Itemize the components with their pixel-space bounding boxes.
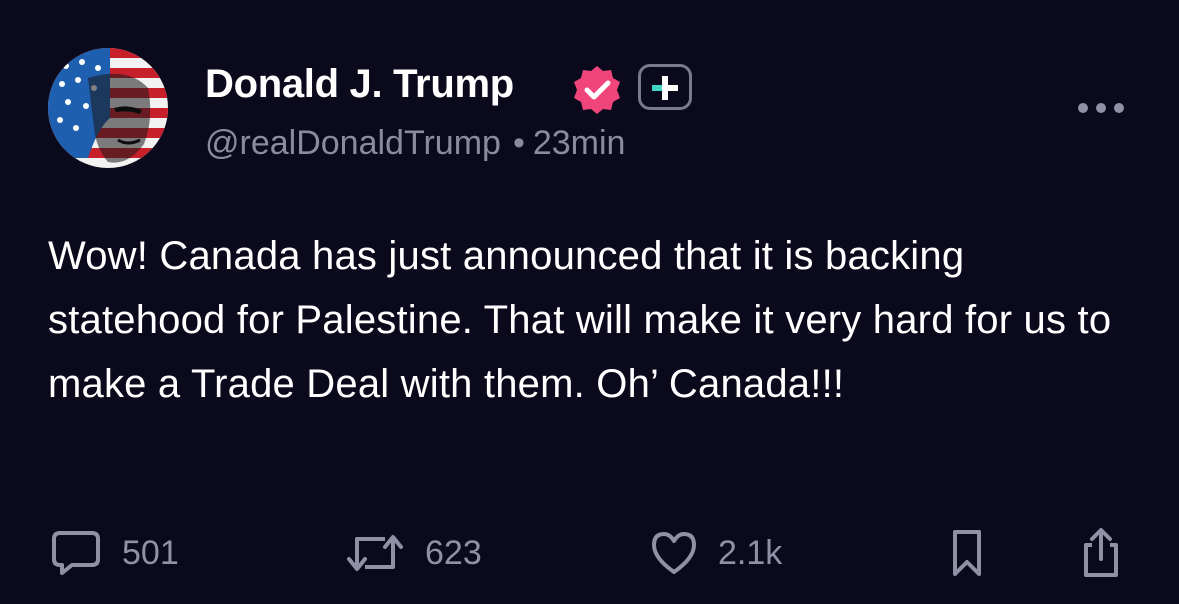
separator: • bbox=[512, 124, 525, 162]
avatar[interactable] bbox=[48, 48, 168, 168]
reply-icon bbox=[52, 531, 100, 575]
post-text: Wow! Canada has just announced that it i… bbox=[48, 234, 1112, 406]
handle-line: @realDonaldTrump • 23min bbox=[205, 124, 625, 163]
flag-portrait-avatar-icon bbox=[48, 48, 168, 168]
post-card: Donald J. Trump @realDonaldTrump • 23min W… bbox=[0, 0, 1179, 604]
plus-badge-icon bbox=[638, 64, 692, 110]
timestamp[interactable]: 23min bbox=[533, 124, 626, 162]
like-button[interactable]: 2.1k bbox=[650, 528, 782, 578]
share-icon bbox=[1084, 528, 1118, 577]
reply-button[interactable]: 501 bbox=[50, 528, 179, 578]
repost-count: 623 bbox=[425, 533, 482, 572]
more-icon[interactable] bbox=[1076, 98, 1126, 118]
handle[interactable]: @realDonaldTrump bbox=[205, 124, 501, 162]
display-name[interactable]: Donald J. Trump bbox=[205, 62, 514, 107]
bookmark-icon bbox=[953, 530, 981, 576]
repost-button[interactable]: 623 bbox=[345, 528, 482, 578]
share-button[interactable] bbox=[1078, 528, 1124, 578]
reply-count: 501 bbox=[122, 533, 179, 572]
bookmark-button[interactable] bbox=[945, 528, 989, 578]
like-count: 2.1k bbox=[718, 533, 783, 572]
repost-icon bbox=[347, 535, 403, 571]
verified-icon bbox=[574, 66, 620, 114]
heart-icon bbox=[652, 532, 696, 574]
